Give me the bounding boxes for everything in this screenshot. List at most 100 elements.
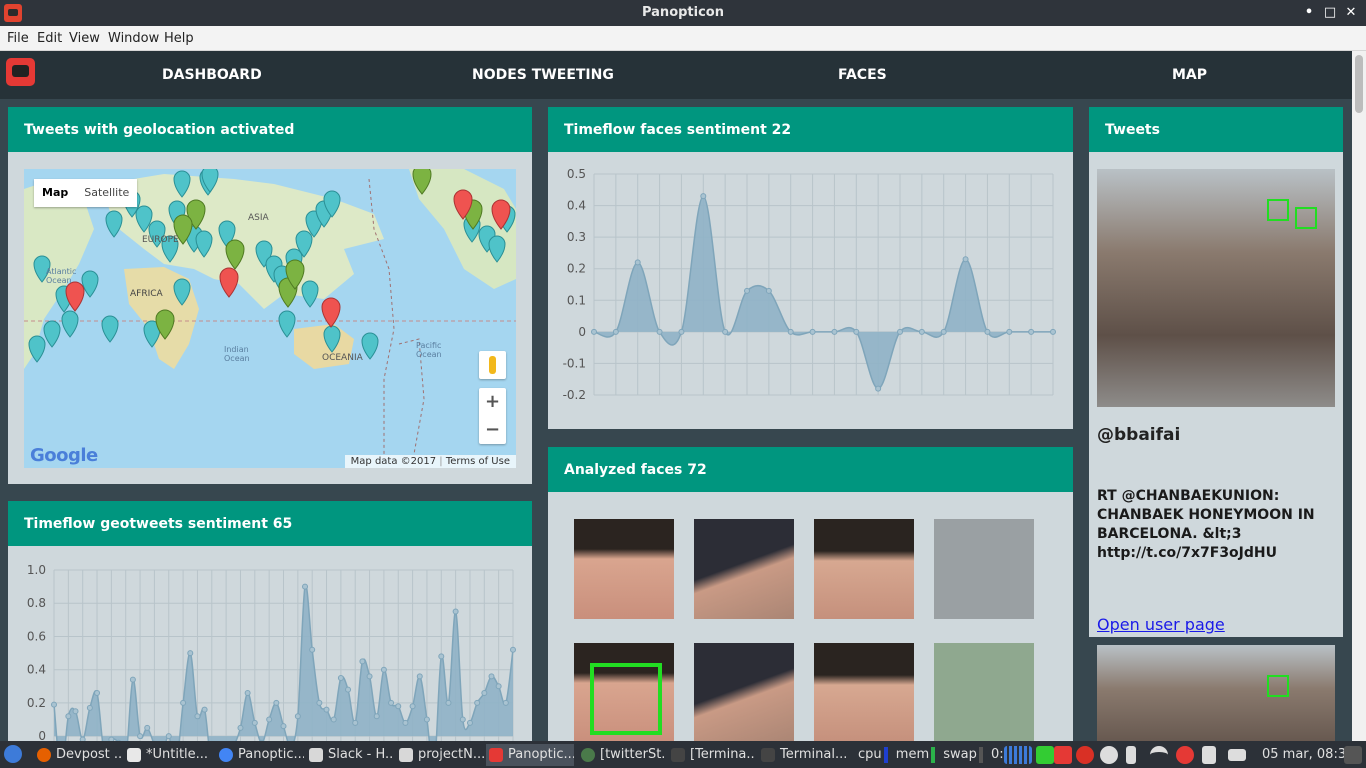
task-untitled[interactable]: *Untitle... <box>124 744 212 766</box>
data-point <box>352 719 359 726</box>
face-thumbnail[interactable] <box>934 643 1034 741</box>
app-nav-bar: DASHBOARD NODES TWEETING FACES MAP <box>0 51 1352 99</box>
face-thumbnail[interactable] <box>574 643 674 741</box>
nav-dashboard[interactable]: DASHBOARD <box>162 67 262 83</box>
data-point <box>445 699 452 706</box>
face-thumbnail[interactable] <box>694 643 794 741</box>
wifi-icon[interactable] <box>1150 746 1168 764</box>
face-thumbnail[interactable] <box>694 519 794 619</box>
data-point <box>373 713 380 720</box>
data-point <box>765 287 772 294</box>
face-thumbnail[interactable] <box>814 519 914 619</box>
task-panopticon-active[interactable]: Panoptic... <box>486 744 574 766</box>
y-tick-label: 0.8 <box>27 596 46 610</box>
data-point <box>72 708 79 715</box>
tweet-photo[interactable] <box>1097 169 1335 407</box>
face-thumbnail[interactable] <box>934 519 1034 619</box>
data-point <box>459 716 466 723</box>
volume-icon[interactable] <box>1202 746 1216 764</box>
task-twitter-stream[interactable]: [twitterSt... <box>578 744 666 766</box>
data-point <box>809 328 816 335</box>
analyzed-faces-card-title: Analyzed faces 72 <box>548 447 1073 492</box>
map-label-pacific: Pacific Ocean <box>416 341 442 359</box>
panopticon-logo-icon[interactable] <box>6 58 35 86</box>
data-point <box>591 328 597 335</box>
terms-of-use-link[interactable]: Terms of Use <box>446 456 510 467</box>
tweets-card-2 <box>1089 637 1343 741</box>
geotweets-sentiment-chart: 1.00.80.60.40.20-0.2 <box>27 563 516 741</box>
street-view-pegman-icon[interactable] <box>479 351 506 379</box>
panopticon-tray-icon[interactable] <box>1054 746 1072 764</box>
zoom-out-button[interactable]: − <box>479 416 506 444</box>
y-tick-label: 0.4 <box>567 199 586 213</box>
taskbar: Devpost ... *Untitle... Panoptic... Slac… <box>0 741 1366 768</box>
task-slack[interactable]: Slack - H... <box>306 744 394 766</box>
y-tick-label: 0 <box>578 325 586 339</box>
start-menu-icon[interactable] <box>4 745 22 763</box>
menu-view[interactable]: View <box>69 31 100 46</box>
data-point <box>345 686 352 693</box>
gear-icon[interactable] <box>1100 746 1118 764</box>
task-terminal-1[interactable]: [Termina... <box>668 744 756 766</box>
close-button[interactable]: ✕ <box>1342 3 1360 23</box>
data-point <box>875 385 882 392</box>
data-point <box>438 653 445 660</box>
terminal-tray-icon[interactable] <box>1036 746 1054 764</box>
nav-faces[interactable]: FACES <box>838 67 887 83</box>
mem-label: mem <box>895 747 930 762</box>
minimize-button[interactable]: • <box>1300 3 1318 23</box>
face-thumbnail[interactable] <box>574 519 674 619</box>
data-point <box>474 699 481 706</box>
data-point <box>337 675 344 681</box>
data-point <box>488 673 495 680</box>
nav-nodes-tweeting[interactable]: NODES TWEETING <box>472 67 614 83</box>
no-entry-icon[interactable] <box>1176 746 1194 764</box>
data-point <box>251 719 258 726</box>
geo-map-card-title: Tweets with geolocation activated <box>8 107 532 152</box>
data-point <box>366 673 373 680</box>
tweet-photo[interactable] <box>1097 645 1335 741</box>
gmail-icon[interactable] <box>1076 746 1094 764</box>
task-terminal-2[interactable]: Terminal... <box>758 744 846 766</box>
title-bar: Panopticon • □ ✕ <box>0 0 1366 26</box>
data-point <box>678 328 685 335</box>
data-point <box>423 716 430 723</box>
menu-bar: File Edit View Window Help <box>0 26 1366 51</box>
swap-label: swap <box>943 747 977 762</box>
data-point <box>129 676 136 683</box>
menu-window[interactable]: Window <box>108 31 159 46</box>
data-point <box>86 704 93 711</box>
analyzed-faces-card: Analyzed faces 72 <box>548 447 1073 741</box>
menu-edit[interactable]: Edit <box>37 31 62 46</box>
google-logo[interactable]: Google <box>30 445 98 466</box>
task-panopticon-chrome[interactable]: Panoptic... <box>216 744 304 766</box>
nav-map[interactable]: MAP <box>1172 67 1207 83</box>
mem-meter <box>931 746 936 763</box>
open-user-page-link[interactable]: Open user page <box>1097 615 1225 634</box>
task-project[interactable]: projectN... <box>396 744 484 766</box>
data-point <box>194 713 201 720</box>
page-scrollbar[interactable] <box>1352 51 1366 741</box>
zoom-in-button[interactable]: + <box>479 388 506 416</box>
world-map[interactable]: ASIA EUROPE AFRICA Atlantic Ocean Indian… <box>24 169 516 468</box>
show-desktop-icon[interactable] <box>1344 746 1362 764</box>
maximize-button[interactable]: □ <box>1321 3 1339 23</box>
mail-icon[interactable] <box>1228 749 1246 761</box>
data-point <box>940 328 947 335</box>
menu-help[interactable]: Help <box>164 31 194 46</box>
scrollbar-thumb[interactable] <box>1355 55 1363 113</box>
y-tick-label: 0.1 <box>567 293 586 307</box>
clock[interactable]: 05 mar, 08:30 <box>1262 744 1354 766</box>
map-tab-map[interactable]: Map <box>34 179 76 207</box>
map-label-europe: EUROPE <box>142 235 179 245</box>
battery-icon[interactable] <box>1126 746 1136 764</box>
face-thumbnail[interactable] <box>814 643 914 741</box>
data-point <box>918 328 925 335</box>
map-label-asia: ASIA <box>248 213 269 223</box>
task-devpost[interactable]: Devpost ... <box>34 744 122 766</box>
map-tab-satellite[interactable]: Satellite <box>76 179 137 207</box>
menu-file[interactable]: File <box>7 31 29 46</box>
data-point <box>201 706 208 713</box>
data-point <box>395 703 402 710</box>
faces-sentiment-card: Timeflow faces sentiment 22 0.5 0.4 0.3 0.2… <box>548 107 1073 429</box>
